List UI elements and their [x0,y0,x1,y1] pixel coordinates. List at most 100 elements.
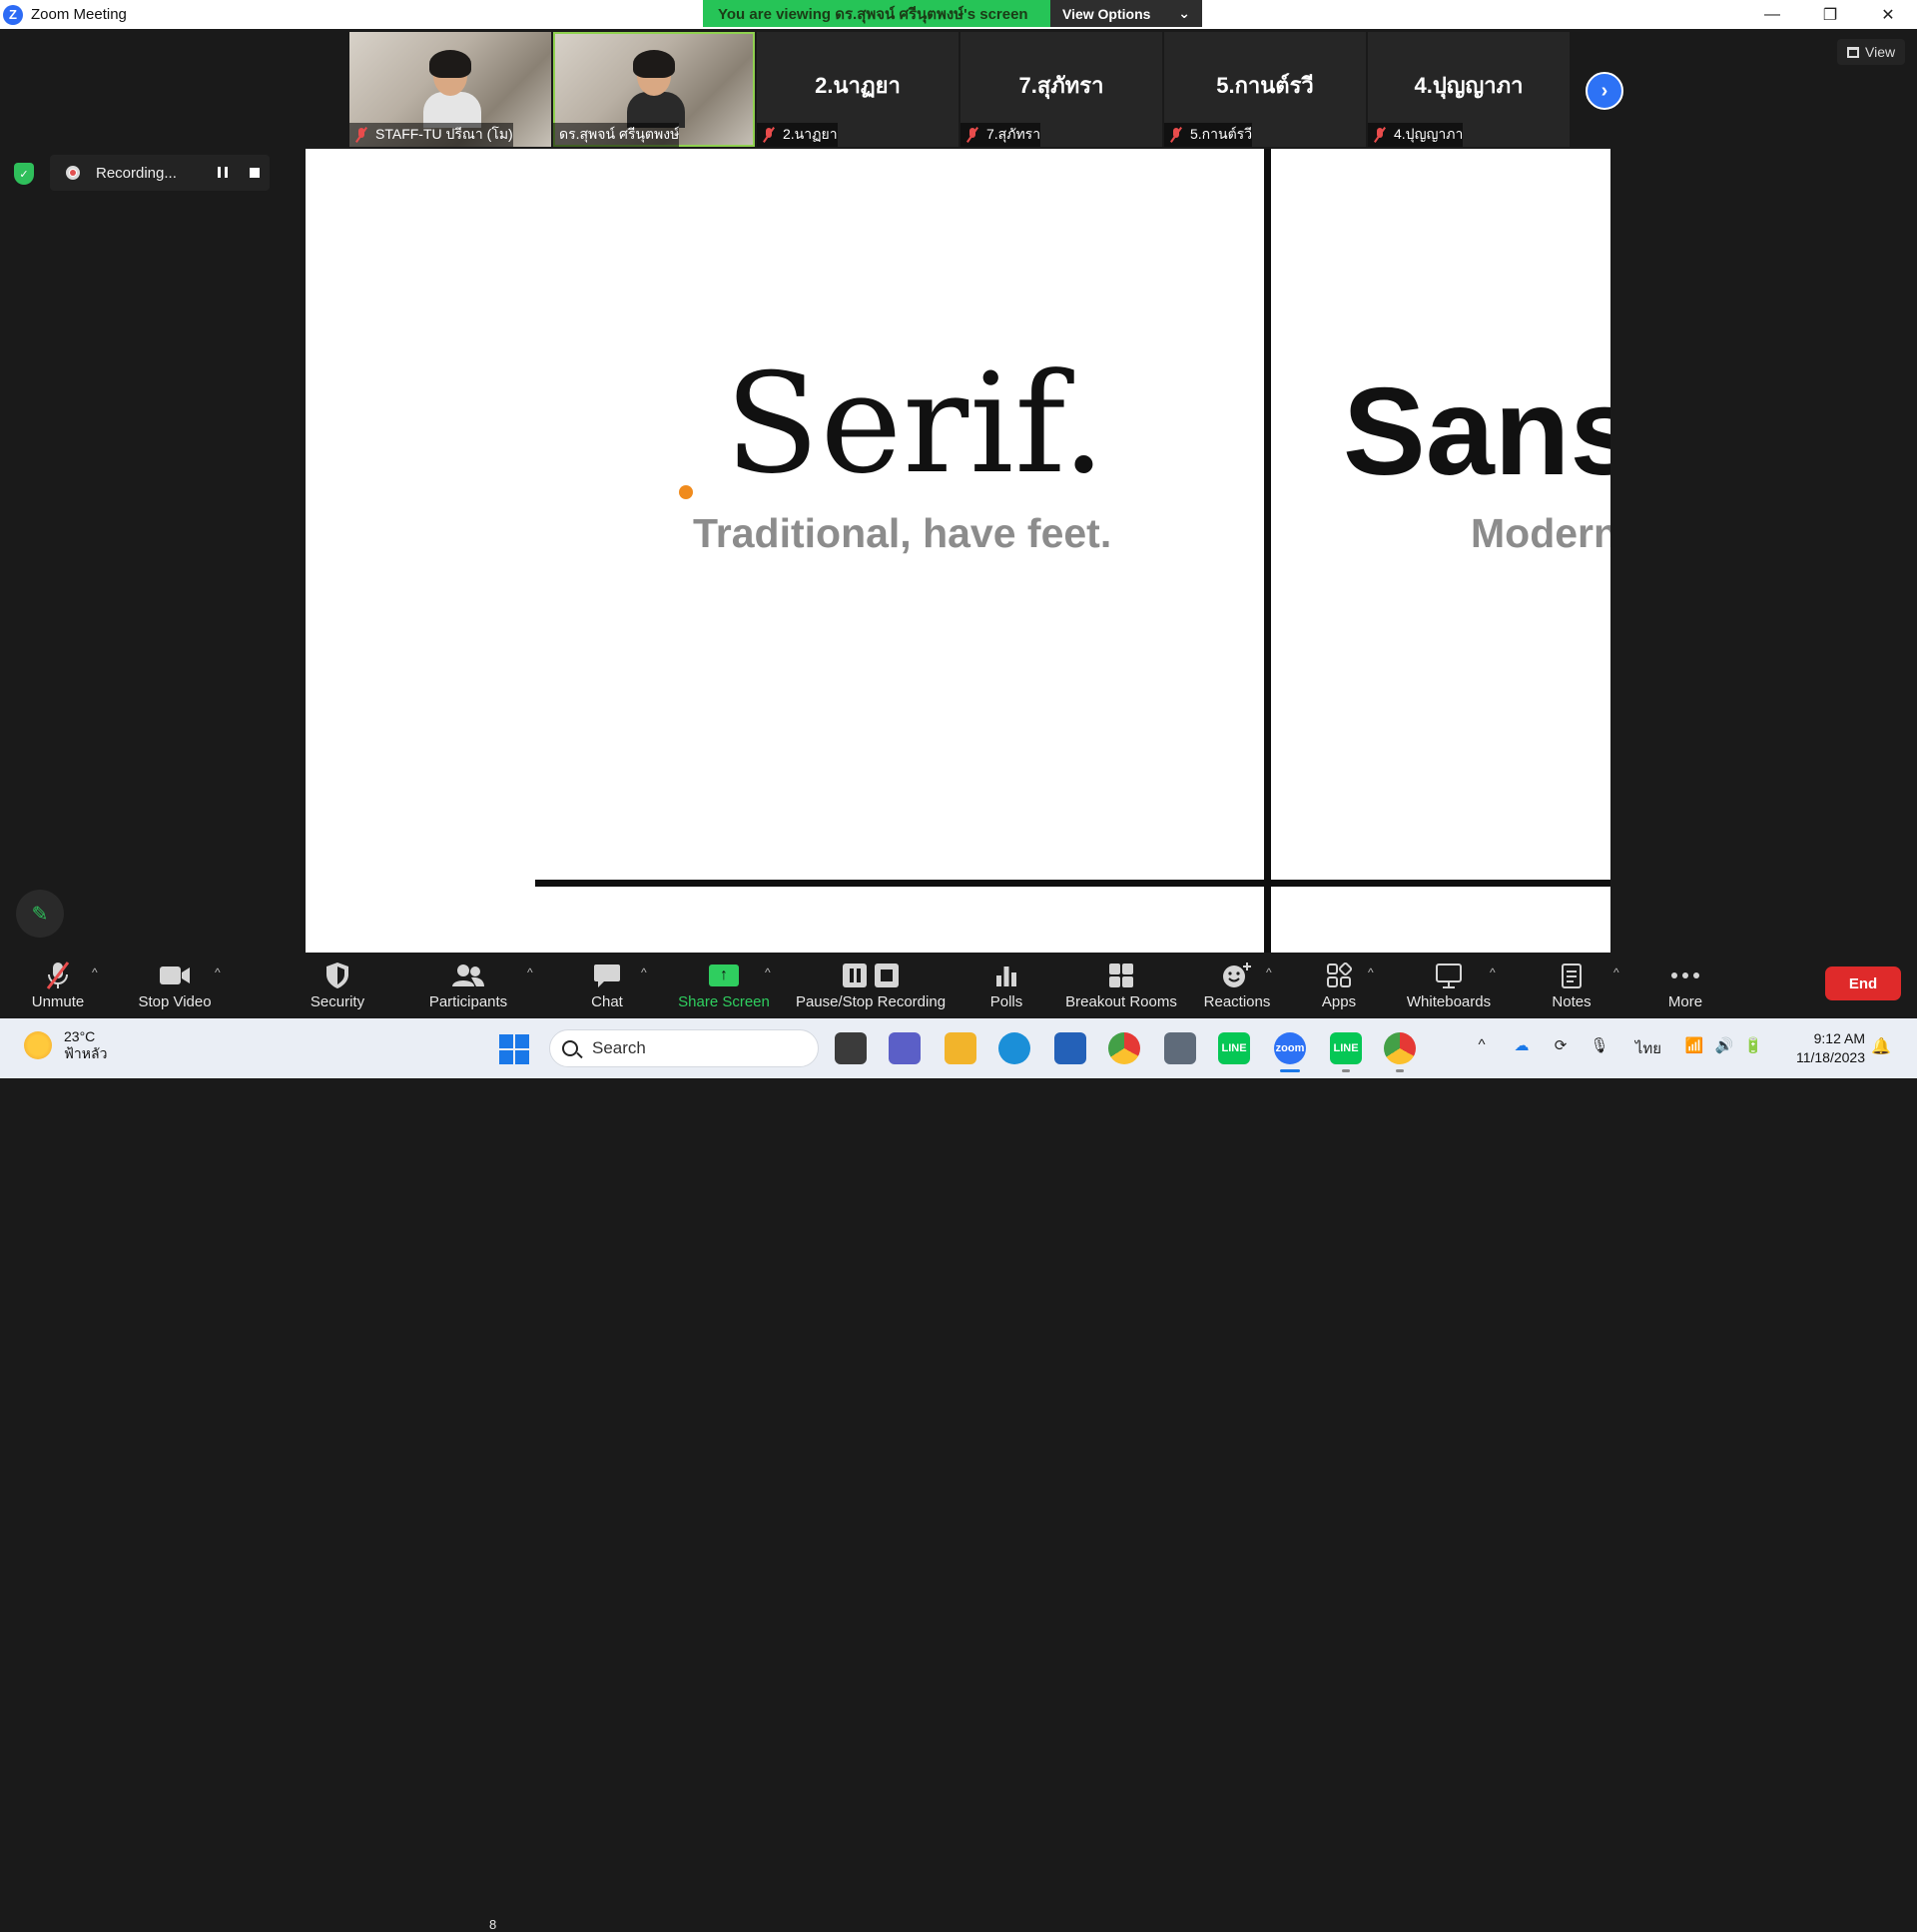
microsoft-store-icon[interactable] [1054,1032,1086,1064]
pause-stop-recording-button[interactable]: Pause/Stop Recording [795,960,947,1015]
chrome-icon[interactable] [1384,1032,1416,1072]
chat-options-caret[interactable]: ^ [641,966,647,979]
weather-widget[interactable]: 23°C ฟ้าหลัว [24,1028,107,1062]
close-button[interactable]: ✕ [1859,0,1917,29]
encryption-shield-icon[interactable]: ✓ [14,163,34,185]
window-title: Zoom Meeting [31,6,127,23]
taskbar-search[interactable]: Search [549,1029,819,1067]
share-screen-icon: ↑ [709,960,739,991]
participant-tile[interactable]: 7.สุภัทรา 7.สุภัทรา [960,32,1162,147]
annotate-button[interactable]: ✎ [16,890,64,938]
whiteboards-options-caret[interactable]: ^ [1490,966,1496,979]
slide-serif-heading: Serif. [725,343,1107,504]
share-screen-button[interactable]: ↑ Share Screen [678,960,770,1015]
smiley-plus-icon [1222,960,1252,991]
slide-divider-vertical [1264,149,1271,953]
zoom-app-icon[interactable]: zoom [1274,1032,1306,1072]
task-view-icon[interactable] [835,1032,867,1064]
participants-count-badge: 8 [489,1917,497,1932]
participant-name: 2.นาฏยา [783,126,838,142]
taskbar-search-placeholder: Search [592,1038,646,1057]
unmute-button[interactable]: Unmute [26,960,90,1015]
audio-options-caret[interactable]: ^ [92,966,98,979]
microphone-icon[interactable]: 🎙 [1590,1036,1609,1054]
clock-time: 9:12 AM [1813,1030,1865,1046]
windows-taskbar: 23°C ฟ้าหลัว Search LINE zoom LINE ^ ☁ ⟳… [0,1018,1917,1078]
participant-display-name: 5.กานต์รวี [1216,73,1314,98]
video-options-caret[interactable]: ^ [215,966,221,979]
sun-icon [24,1031,52,1059]
view-options-button[interactable]: View Options ⌄ [1050,0,1202,27]
file-explorer-icon[interactable] [945,1032,976,1064]
sync-icon[interactable]: ⟳ [1550,1036,1572,1054]
bar-chart-icon [994,960,1018,991]
start-button-windows-icon[interactable] [499,1034,529,1064]
participant-tile[interactable]: 4.ปุญญาภา 4.ปุญญาภา [1368,32,1570,147]
participant-video-person [627,50,685,128]
participant-name-bar: 5.กานต์รวี [1164,123,1253,147]
recording-dot-icon [66,166,80,180]
security-button[interactable]: Security [308,960,367,1015]
notification-bell-icon[interactable]: 🔔 [1871,1036,1893,1058]
line-app-icon[interactable]: LINE [1330,1032,1362,1072]
system-clock[interactable]: 9:12 AM 11/18/2023 [1781,1029,1865,1067]
calculator-icon[interactable] [1164,1032,1196,1064]
participants-icon [451,960,485,991]
meeting-toolbar: Unmute ^ Stop Video ^ Security Participa… [0,954,1917,1932]
battery-icon[interactable]: 🔋 [1741,1036,1765,1054]
participant-name: STAFF-TU ปรีณา (โม) [375,126,513,142]
share-options-caret[interactable]: ^ [765,966,771,979]
chrome-icon[interactable] [1108,1032,1140,1064]
reactions-options-caret[interactable]: ^ [1266,966,1272,979]
participant-tile-active-speaker[interactable]: ดร.สุพจน์ ศรีนุตพงษ์ [553,32,755,147]
pause-recording-icon[interactable] [218,167,228,178]
participant-tile[interactable]: 5.กานต์รวี 5.กานต์รวี [1164,32,1366,147]
shared-screen: Serif. Traditional, have feet. Sans Mode… [306,149,1610,953]
slide-sans-caption: Modern [1471,510,1610,556]
notes-button[interactable]: Notes [1550,960,1594,1015]
chevron-up-icon[interactable]: ^ [1472,1036,1492,1053]
participant-strip: STAFF-TU ปรีณา (โม) ดร.สุพจน์ ศรีนุตพงษ์… [349,32,1572,147]
line-app-icon[interactable]: LINE [1218,1032,1250,1064]
view-button-label: View [1865,44,1896,60]
notes-options-caret[interactable]: ^ [1613,966,1619,979]
clock-date: 11/18/2023 [1795,1049,1865,1065]
mic-muted-icon [763,127,775,143]
participant-tile[interactable]: 2.นาฏยา 2.นาฏยา [757,32,958,147]
participants-options-caret[interactable]: ^ [527,966,533,979]
participant-name: 7.สุภัทรา [986,126,1041,142]
apps-options-caret[interactable]: ^ [1368,966,1374,979]
mic-muted-icon [355,127,367,143]
view-button[interactable]: View [1837,39,1906,65]
recording-indicator: Recording... [50,155,270,191]
stop-video-button[interactable]: Stop Video [134,960,216,1015]
end-meeting-button[interactable]: End [1825,966,1901,1000]
edge-browser-icon[interactable] [998,1032,1030,1064]
more-button[interactable]: More [1663,960,1707,1015]
restore-button[interactable]: ❐ [1801,0,1859,29]
wifi-icon[interactable]: 📶 [1683,1036,1705,1054]
participant-tile[interactable]: STAFF-TU ปรีณา (โม) [349,32,551,147]
slide-divider-horizontal [535,880,1610,887]
apps-button[interactable]: Apps [1320,960,1358,1015]
polls-button[interactable]: Polls [988,960,1024,1015]
minimize-button[interactable]: — [1743,0,1801,29]
chevron-right-icon: › [1600,79,1608,102]
participants-button[interactable]: Participants [425,960,511,1015]
mic-off-icon [45,960,71,991]
pencil-icon: ✎ [31,903,49,926]
chat-button[interactable]: Chat [585,960,629,1015]
breakout-rooms-button[interactable]: Breakout Rooms [1064,960,1178,1015]
input-language-indicator[interactable]: ไทย [1633,1036,1663,1060]
volume-icon[interactable]: 🔊 [1713,1036,1735,1054]
whiteboard-icon [1435,960,1463,991]
recording-label: Recording... [96,164,177,182]
whiteboards-button[interactable]: Whiteboards [1404,960,1494,1015]
next-participants-button[interactable]: › [1586,72,1623,110]
onedrive-cloud-icon[interactable]: ☁ [1510,1036,1534,1054]
pause-stop-recording-icon [842,960,900,991]
gallery-view-icon [1847,46,1859,58]
stop-recording-icon[interactable] [250,168,260,178]
teams-chat-icon[interactable] [889,1032,921,1064]
reactions-button[interactable]: Reactions [1204,960,1270,1015]
